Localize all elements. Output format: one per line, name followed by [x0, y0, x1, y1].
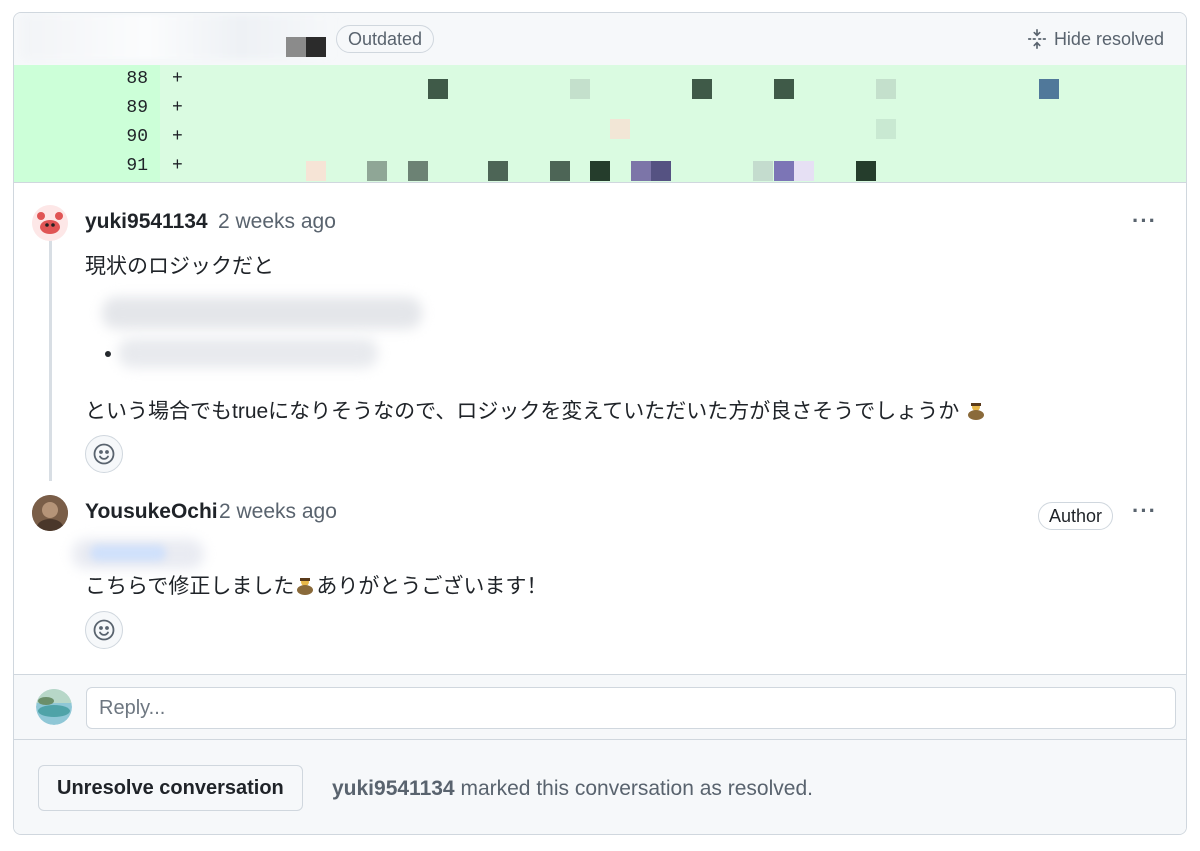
- redacted-pixel: [876, 119, 896, 139]
- resolved-status: yuki9541134 marked this conversation as …: [332, 777, 813, 801]
- smiley-icon: [93, 443, 115, 465]
- add-reaction-button[interactable]: [85, 611, 123, 649]
- user-photo-avatar-icon: [32, 495, 68, 531]
- line-number: 91: [126, 156, 148, 176]
- resolution-footer: Unresolve conversation yuki9541134 marke…: [14, 740, 1186, 834]
- redacted-pixel: [692, 79, 712, 99]
- bow-emoji-icon: [966, 401, 986, 421]
- avatar[interactable]: [32, 205, 68, 241]
- kebab-icon[interactable]: ···: [1132, 208, 1157, 234]
- reply-row: [14, 674, 1186, 740]
- redacted-pixel: [610, 119, 630, 139]
- line-sign: +: [172, 127, 183, 147]
- redacted-pixel: [753, 161, 773, 181]
- smiley-icon: [93, 619, 115, 641]
- hide-resolved-label: Hide resolved: [1053, 28, 1164, 49]
- redacted-pixel: [631, 161, 651, 181]
- diff-line: 89 +: [14, 94, 1186, 123]
- redacted-pixel: [550, 161, 570, 181]
- bow-emoji-icon: [295, 576, 315, 596]
- resolved-status-text: marked this conversation as resolved.: [454, 777, 813, 800]
- redacted-pixel: [367, 161, 387, 181]
- redacted-pixel: [856, 161, 876, 181]
- unresolve-conversation-button[interactable]: Unresolve conversation: [38, 765, 303, 811]
- redacted-pixel: [1039, 79, 1059, 99]
- redacted-pixel: [774, 161, 794, 181]
- current-user-avatar: [36, 689, 72, 725]
- line-number: 90: [126, 127, 148, 147]
- line-sign: +: [172, 98, 183, 118]
- redacted-pixel: [408, 161, 428, 181]
- redacted-pixel: [286, 37, 306, 57]
- author-badge: Author: [1038, 502, 1114, 530]
- comment-body-line: 現状のロジックだと: [85, 255, 274, 278]
- crab-avatar-icon: [32, 205, 68, 241]
- redacted-pixel: [570, 79, 590, 99]
- avatar[interactable]: [32, 495, 68, 531]
- blurred-list-item: [118, 338, 378, 368]
- review-thread: Outdated Hide resolved 88 + 89 + 90 + 91…: [13, 12, 1187, 835]
- outdated-badge: Outdated: [336, 25, 435, 53]
- line-number: 88: [126, 69, 148, 89]
- comment-timestamp[interactable]: 2 weeks ago: [218, 210, 336, 234]
- landscape-avatar-icon: [36, 689, 72, 725]
- kebab-icon[interactable]: ···: [1132, 498, 1157, 524]
- comment-body-line: という場合でもtrueになりそうなので、ロジックを変えていただいた方が良さそうで…: [85, 395, 987, 425]
- diff-hunk: 88 + 89 + 90 + 91 +: [14, 65, 1186, 183]
- line-sign: +: [172, 69, 183, 89]
- redacted-pixel: [651, 161, 671, 181]
- diff-line: 90 +: [14, 123, 1186, 152]
- thread-connector: [49, 231, 52, 481]
- add-reaction-button[interactable]: [85, 435, 123, 473]
- line-number: 89: [126, 98, 148, 118]
- hide-resolved-button[interactable]: Hide resolved: [1026, 25, 1164, 53]
- blurred-link: [90, 545, 166, 561]
- comment-timestamp[interactable]: 2 weeks ago: [219, 500, 337, 524]
- line-sign: +: [172, 156, 183, 176]
- thread-header: Outdated Hide resolved: [14, 13, 1186, 65]
- comment-body-line: こちらで修正しました ありがとうございます！: [85, 575, 548, 598]
- comment-author[interactable]: yuki9541134: [85, 210, 208, 234]
- redacted-pixel: [774, 79, 794, 99]
- diff-line: 88 +: [14, 65, 1186, 94]
- redacted-pixel: [794, 161, 814, 181]
- redacted-pixel: [306, 37, 326, 57]
- redacted-pixel: [876, 79, 896, 99]
- redacted-pixel: [590, 161, 610, 181]
- redacted-pixel: [488, 161, 508, 181]
- redacted-pixel: [428, 79, 448, 99]
- blurred-list-item: [102, 297, 422, 329]
- reply-input[interactable]: [86, 687, 1176, 729]
- list-bullet: [105, 351, 111, 357]
- unfold-icon: [1027, 29, 1047, 49]
- redacted-pixel: [306, 161, 326, 181]
- comment-author[interactable]: YousukeOchi: [85, 500, 218, 524]
- resolver-name[interactable]: yuki9541134: [332, 777, 455, 800]
